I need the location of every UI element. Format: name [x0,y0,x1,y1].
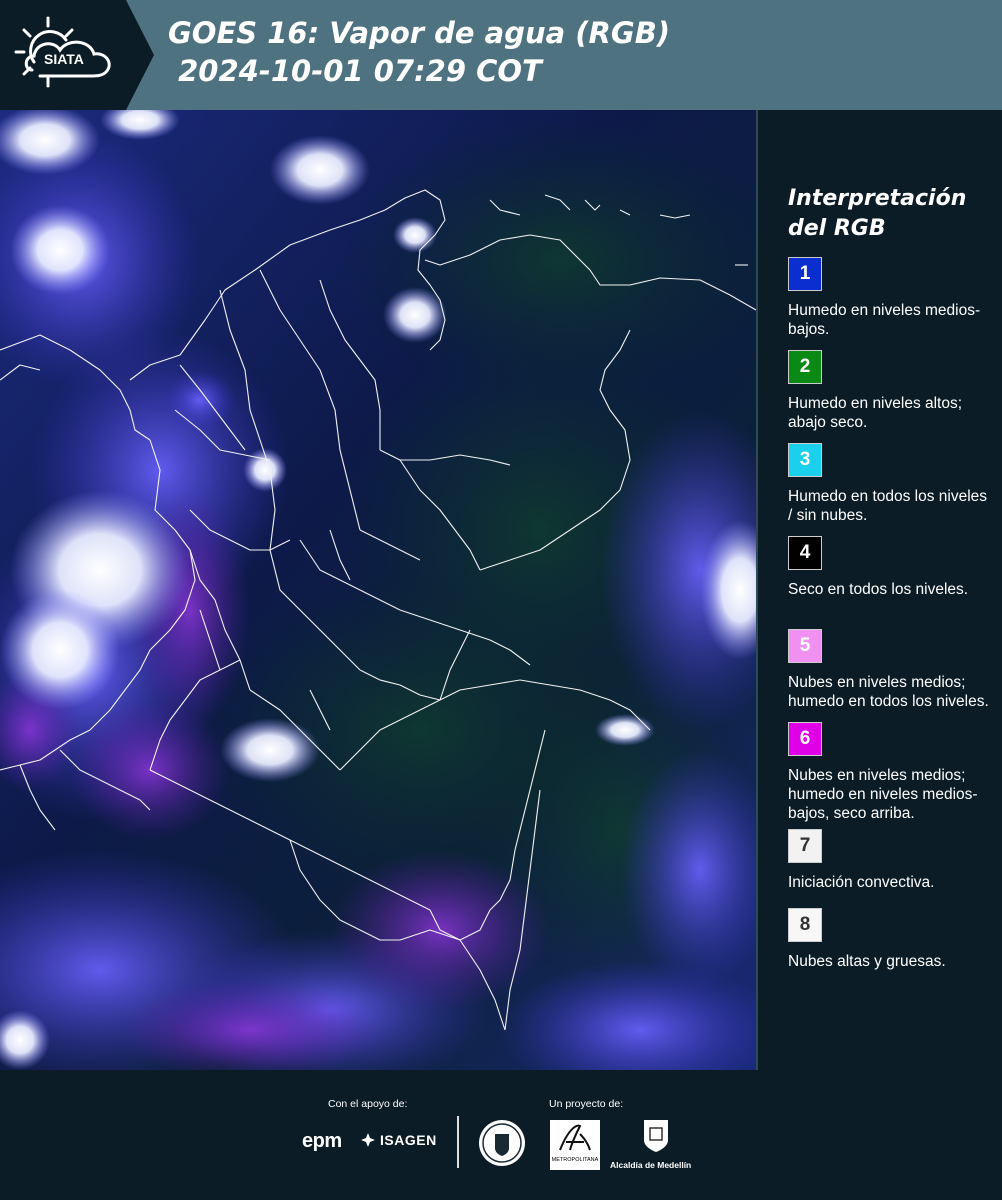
support-label: Con el apoyo de: [328,1098,408,1110]
water-vapor-image [0,110,758,1070]
epm-logo: epm [302,1130,342,1152]
project-label: Un proyecto de: [549,1098,624,1110]
legend-item: 4 Seco en todos los niveles. [788,536,993,599]
legend-swatch: 6 [788,722,822,756]
legend-item: 6 Nubes en niveles medios; humedo en nive… [788,722,993,823]
satellite-map [0,110,758,1070]
legend-swatch: 2 [788,350,822,384]
area-metropolitana-logo: METROPOLITANA [550,1120,600,1170]
legend-swatch: 3 [788,443,822,477]
logo-chevron [126,0,154,110]
legend-item: 8 Nubes altas y gruesas. [788,908,993,971]
legend-item: 1 Humedo en niveles medios-bajos. [788,257,993,339]
svg-text:SIATA: SIATA [44,51,84,67]
seal-icon [479,1120,525,1166]
legend-swatch: 4 [788,536,822,570]
legend-swatch: 1 [788,257,822,291]
legend-title: Interpretación del RGB [788,186,967,241]
legend-label: Iniciación convectiva. [788,874,935,891]
legend-swatch: 8 [788,908,822,942]
legend-label: Humedo en todos los niveles / sin nubes. [788,488,988,524]
legend-item: 7 Iniciación convectiva. [788,829,993,892]
header-bar: SIATA GOES 16: Vapor de agua (RGB) 2024-… [0,0,1002,110]
legend-label: Humedo en niveles altos; abajo seco. [788,395,963,431]
legend-swatch: 5 [788,629,822,663]
isagen-logo: ISAGEN [360,1132,437,1148]
legend-item: 5 Nubes en niveles medios; humedo en todo… [788,629,993,711]
area-icon [559,1124,591,1151]
alcaldia-label: Alcaldía de Medellín [610,1160,692,1170]
legend-label: Nubes en niveles medios; humedo en nivel… [788,767,978,822]
page-title: GOES 16: Vapor de agua (RGB) 2024-10-01 … [168,16,671,88]
legend-label: Nubes en niveles medios; humedo en todos… [788,674,989,710]
isagen-icon [361,1133,375,1147]
alcaldia-shield-icon [644,1120,668,1152]
legend-label: Seco en todos los niveles. [788,581,969,598]
legend-label: Nubes altas y gruesas. [788,953,946,970]
footer: Con el apoyo de: Un proyecto de: epm ISA… [0,1070,1002,1200]
legend-label: Humedo en niveles medios-bajos. [788,302,981,338]
legend-panel: Interpretación del RGB 1 Humedo en nivele… [760,110,1002,1070]
legend-item: 2 Humedo en niveles altos; abajo seco. [788,350,993,432]
legend-swatch: 7 [788,829,822,863]
map-divider [756,110,758,1070]
siata-logo: SIATA [14,16,111,88]
legend-item: 3 Humedo en todos los niveles / sin nubes… [788,443,993,525]
footer-divider [457,1116,459,1168]
